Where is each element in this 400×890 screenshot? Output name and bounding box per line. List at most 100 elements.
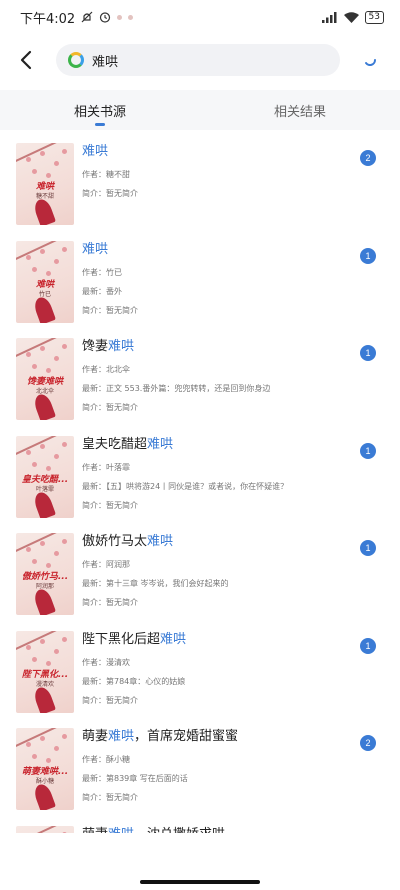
- signal-icon: [321, 11, 337, 23]
- cover-branch: [16, 143, 59, 164]
- cover-blossom: [46, 368, 51, 373]
- search-header: 难哄: [0, 44, 400, 76]
- cover-blossom: [40, 541, 45, 546]
- tab-related-sources[interactable]: 相关书源: [0, 90, 200, 130]
- book-cover-image: 皇夫吃醋... 叶落霏: [16, 435, 74, 518]
- result-title: 萌妻难哄，首席宠婚甜蜜蜜: [82, 728, 352, 746]
- cover-blossom: [54, 551, 59, 556]
- cover-blossom: [32, 169, 37, 174]
- source-count-badge: 1: [360, 247, 376, 264]
- result-item[interactable]: 难哄 竹已 难哄 作者：竹已 最新：番外 简介：暂无简介 1: [0, 236, 400, 334]
- result-detail-line: 最新：第784章：心仪的姑娘: [82, 676, 186, 686]
- status-right: 53: [321, 10, 384, 24]
- cover-figure: [32, 197, 56, 225]
- cover-author: 北北伞: [35, 388, 54, 395]
- cover-blossom: [54, 356, 59, 361]
- tab-related-results[interactable]: 相关结果: [200, 90, 400, 130]
- cover-blossom: [54, 648, 59, 654]
- cover-blossom: [26, 352, 31, 357]
- cover-figure: [32, 392, 56, 420]
- result-detail-line: 最新：【五】哄将游24丨同伙是谁？或者说，你在怀疑谁？: [82, 481, 289, 491]
- book-cover-image: 傲娇竹马... 阿润那: [16, 533, 74, 615]
- cover-blossom: [40, 151, 45, 156]
- result-item[interactable]: 萌妻难哄... 酥小糖 萌妻难哄，首席宠婚甜蜜蜜 作者：酥小糖 最新：第839章 写在后…: [0, 723, 400, 821]
- title-prefix: 陛下黑化后超: [82, 631, 161, 647]
- title-highlight: 难哄: [108, 729, 135, 744]
- notification-dot-icon: [128, 14, 134, 20]
- cover-branch: [16, 533, 59, 554]
- cover-blossom: [46, 270, 51, 276]
- cover-blossom: [46, 660, 51, 666]
- cover-author: 酥小糖: [35, 778, 54, 785]
- title-prefix: 傲娇竹马太: [82, 534, 148, 549]
- cover-blossom: [62, 344, 67, 349]
- status-left: 下午4:02: [20, 8, 134, 27]
- status-bar: 下午4:02 53: [0, 0, 400, 34]
- home-indicator[interactable]: [140, 880, 260, 884]
- back-button[interactable]: [14, 48, 38, 72]
- cover-blossom: [54, 453, 59, 459]
- cover-blossom: [32, 656, 37, 662]
- source-count-badge: 1: [360, 442, 376, 459]
- result-detail-line: 简介：暂无简介: [82, 189, 138, 198]
- cover-blossom: [54, 161, 59, 166]
- result-info: 萌妻难哄，首席宠婚甜蜜蜜 作者：酥小糖 最新：第839章 写在后面的话 简介：暂无简介: [82, 728, 352, 803]
- result-item[interactable]: 傲娇竹马... 阿润那 傲娇竹马太难哄 作者：阿润那 最新：第十三章 岑岑说，我们会好起…: [0, 528, 400, 626]
- result-title: 难哄: [82, 241, 352, 259]
- result-info: 萌妻难哄，沈总撒娇求哄: [82, 826, 352, 834]
- result-info: 难哄 作者：竹已 最新：番外 简介：暂无简介: [82, 241, 352, 316]
- result-item[interactable]: 皇夫吃醋... 叶落霏 皇夫吃醋超难哄 作者：叶落霏 最新：【五】哄将游24丨同伙是谁？…: [0, 431, 400, 529]
- result-detail-line: 最新：第十三章 岑岑说，我们会好起来的: [82, 579, 229, 588]
- battery-icon: 53: [364, 10, 384, 24]
- title-prefix: 萌妻: [82, 827, 108, 834]
- result-item[interactable]: 陛下黑化... 漫清欢 陛下黑化后超难哄 作者：漫清欢 最新：第784章：心仪的姑娘 简介…: [0, 626, 400, 724]
- result-item[interactable]: 难哄 糖不甜 难哄 作者：糖不甜 简介：暂无简介 2: [0, 138, 400, 236]
- book-cover-image: 萌妻难哄... 酥小糖: [16, 728, 74, 810]
- result-detail-line: 最新：正文 553.番外篇：兜兜转转，还是回到你身边: [82, 384, 271, 393]
- cover-blossom: [40, 638, 45, 644]
- source-count-badge: 1: [360, 637, 376, 654]
- source-count-badge: 2: [360, 735, 376, 751]
- cover-blossom: [40, 346, 45, 351]
- status-time: 下午4:02: [20, 11, 76, 27]
- result-detail-line: 简介：暂无简介: [82, 403, 138, 412]
- cover-blossom: [32, 461, 37, 467]
- source-count-badge: 1: [360, 345, 376, 361]
- cover-figure: [32, 587, 56, 615]
- result-detail-line: 简介：暂无简介: [82, 793, 138, 802]
- cover-blossom: [46, 758, 51, 763]
- book-cover-image: 难哄 糖不甜: [16, 143, 74, 225]
- title-suffix: ，沈总撒娇求哄: [134, 827, 225, 834]
- cover-figure: [32, 684, 56, 713]
- cover-author: 漫清欢: [35, 680, 54, 688]
- title-highlight: 难哄: [82, 241, 109, 257]
- result-info: 皇夫吃醋超难哄 作者：叶落霏 最新：【五】哄将游24丨同伙是谁？或者说，你在怀疑谁？…: [82, 436, 352, 511]
- result-title: 馋妻难哄: [82, 338, 352, 356]
- book-cover-image: 馋妻难哄 北北伞: [16, 338, 74, 420]
- title-prefix: 萌妻: [82, 729, 109, 744]
- title-highlight: 难哄: [108, 827, 134, 834]
- title-highlight: 难哄: [160, 631, 187, 647]
- result-info: 难哄 作者：糖不甜 简介：暂无简介: [82, 143, 352, 199]
- title-suffix: ，首席宠婚甜蜜蜜: [134, 729, 239, 744]
- cover-branch: [16, 728, 59, 749]
- title-highlight: 难哄: [147, 436, 174, 452]
- do-not-disturb-icon: [81, 11, 93, 23]
- cover-author: 叶落霏: [35, 485, 54, 493]
- cover-blossom: [32, 266, 37, 272]
- cover-branch: [16, 630, 59, 651]
- result-title: 傲娇竹马太难哄: [82, 533, 352, 551]
- result-author: 作者：叶落霏: [82, 462, 130, 472]
- result-detail-line: 简介：暂无简介: [82, 598, 138, 607]
- result-info: 傲娇竹马太难哄 作者：阿润那 最新：第十三章 岑岑说，我们会好起来的 简介：暂无简介: [82, 533, 352, 608]
- result-item[interactable]: 萌妻难哄，沈总撒娇求哄 1: [0, 821, 400, 834]
- result-title: 萌妻难哄，沈总撒娇求哄: [82, 826, 352, 834]
- result-author: 作者：糖不甜: [82, 170, 130, 179]
- cover-blossom: [26, 742, 31, 747]
- source-count-badge: 2: [360, 150, 376, 166]
- search-input[interactable]: 难哄: [56, 44, 340, 76]
- chevron-left-icon: [20, 50, 32, 70]
- result-item[interactable]: 馋妻难哄 北北伞 馋妻难哄 作者：北北伞 最新：正文 553.番外篇：兜兜转转，还是回到…: [0, 333, 400, 431]
- cover-blossom: [54, 746, 59, 751]
- result-author: 作者：竹已: [82, 267, 122, 277]
